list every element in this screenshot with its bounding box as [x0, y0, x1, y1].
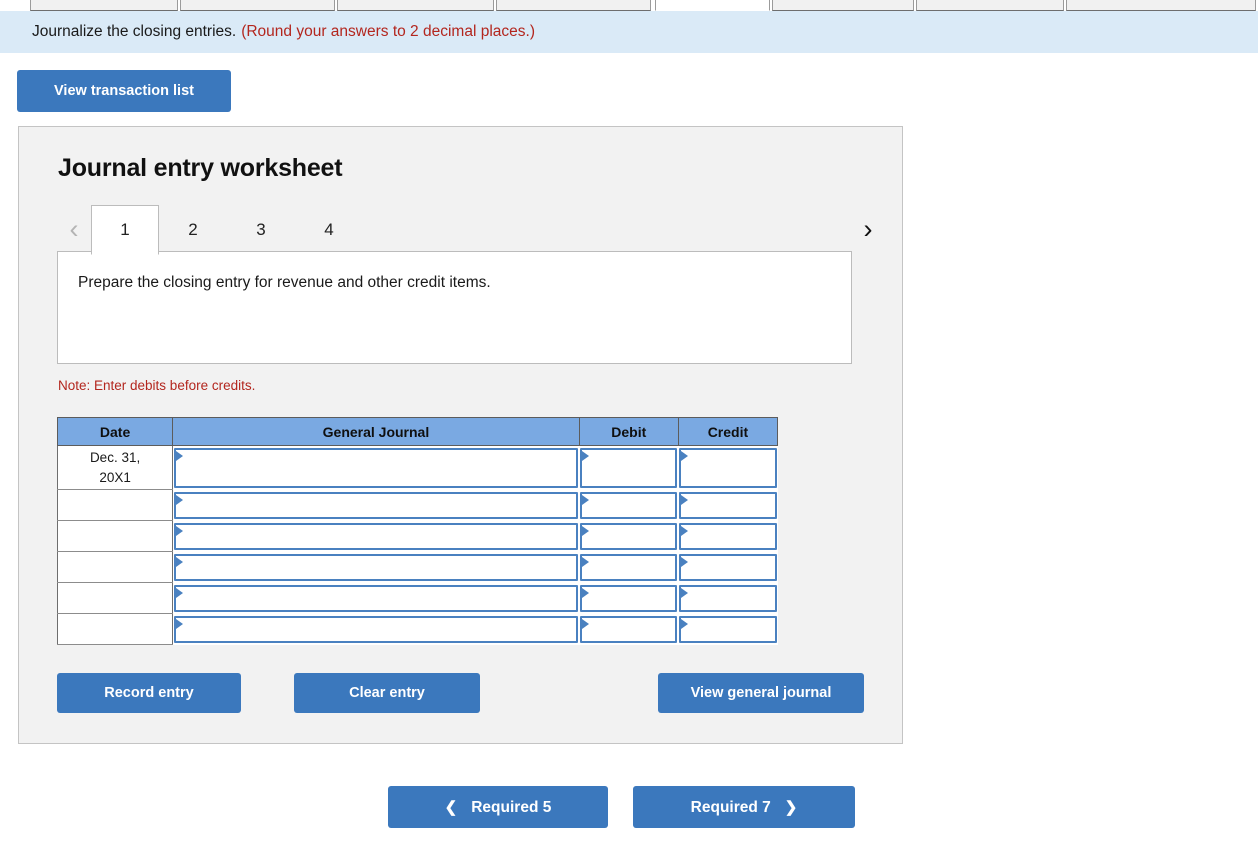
table-row: [58, 614, 778, 645]
cell-debit-input[interactable]: [580, 448, 677, 488]
cell-general-journal-input[interactable]: [174, 523, 578, 550]
worksheet-title: Journal entry worksheet: [58, 154, 342, 183]
view-transaction-list-button[interactable]: View transaction list: [17, 70, 231, 112]
browser-tab-2[interactable]: [180, 0, 335, 11]
cell-credit-input[interactable]: [679, 554, 776, 581]
column-header-credit: Credit: [678, 418, 777, 446]
worksheet-prompt-text: Prepare the closing entry for revenue an…: [78, 274, 491, 292]
worksheet-tab-1[interactable]: 1: [91, 205, 159, 255]
cell-debit-input[interactable]: [580, 585, 677, 612]
cell-debit-input[interactable]: [580, 523, 677, 550]
cell-credit: [678, 583, 777, 614]
instruction-banner: Journalize the closing entries. (Round y…: [0, 11, 1258, 53]
table-row: Dec. 31,20X1: [58, 446, 778, 490]
cell-general-journal: [173, 614, 580, 645]
rounding-note: (Round your answers to 2 decimal places.…: [241, 23, 535, 41]
cell-debit: [579, 583, 678, 614]
cell-general-journal: [173, 552, 580, 583]
view-general-journal-button[interactable]: View general journal: [658, 673, 864, 713]
browser-tab-strip: [0, 0, 1258, 11]
browser-tab-7[interactable]: [916, 0, 1064, 11]
chevron-left-icon[interactable]: ‹: [57, 206, 91, 252]
cell-debit: [579, 614, 678, 645]
cell-date: [58, 614, 173, 645]
browser-tab-8[interactable]: [1066, 0, 1256, 11]
cell-debit: [579, 446, 678, 490]
worksheet-tab-2[interactable]: 2: [159, 205, 227, 253]
cell-date: Dec. 31,20X1: [58, 446, 173, 490]
record-entry-button[interactable]: Record entry: [57, 673, 241, 713]
column-header-date: Date: [58, 418, 173, 446]
instruction-text: Journalize the closing entries.: [32, 23, 236, 41]
cell-debit: [579, 552, 678, 583]
browser-tab-1[interactable]: [30, 0, 178, 11]
required-prev-label: Required 5: [471, 799, 551, 816]
cell-date: [58, 583, 173, 614]
clear-entry-button[interactable]: Clear entry: [294, 673, 480, 713]
cell-credit-input[interactable]: [679, 492, 776, 519]
cell-credit: [678, 552, 777, 583]
worksheet-tab-3[interactable]: 3: [227, 205, 295, 253]
worksheet-tab-label: 2: [188, 220, 197, 240]
chevron-left-icon: ❮: [445, 799, 458, 816]
cell-date: [58, 552, 173, 583]
cell-general-journal: [173, 490, 580, 521]
required-prev-button[interactable]: ❮ Required 5: [388, 786, 608, 828]
worksheet-tab-label: 3: [256, 220, 265, 240]
date-line: 20X1: [58, 468, 172, 488]
worksheet-tab-4[interactable]: 4: [295, 205, 363, 253]
cell-debit-input[interactable]: [580, 492, 677, 519]
cell-debit-input[interactable]: [580, 616, 677, 643]
worksheet-tab-bar: ‹ 1 2 3 4 ›: [57, 205, 885, 253]
browser-tab-active[interactable]: [655, 0, 770, 11]
date-line: Dec. 31,: [58, 448, 172, 468]
cell-general-journal: [173, 446, 580, 490]
required-next-button[interactable]: Required 7 ❯: [633, 786, 855, 828]
cell-general-journal-input[interactable]: [174, 585, 578, 612]
chevron-right-icon: ❯: [785, 799, 798, 816]
table-row: [58, 552, 778, 583]
cell-credit-input[interactable]: [679, 523, 776, 550]
cell-credit-input[interactable]: [679, 448, 776, 488]
cell-debit: [579, 521, 678, 552]
table-row: [58, 521, 778, 552]
cell-general-journal: [173, 583, 580, 614]
cell-general-journal: [173, 521, 580, 552]
worksheet-tab-label: 1: [120, 220, 129, 240]
cell-credit: [678, 490, 777, 521]
cell-date: [58, 490, 173, 521]
chevron-right-icon[interactable]: ›: [851, 206, 885, 252]
tab-gap: [0, 0, 30, 11]
table-row: [58, 583, 778, 614]
cell-general-journal-input[interactable]: [174, 448, 578, 488]
required-next-label: Required 7: [691, 799, 771, 816]
cell-general-journal-input[interactable]: [174, 616, 578, 643]
browser-tab-6[interactable]: [772, 0, 914, 11]
column-header-general-journal: General Journal: [173, 418, 580, 446]
worksheet-tab-label: 4: [324, 220, 333, 240]
cell-debit-input[interactable]: [580, 554, 677, 581]
journal-entry-table: Date General Journal Debit Credit Dec. 3…: [57, 417, 778, 645]
worksheet-prompt-box: Prepare the closing entry for revenue an…: [57, 251, 852, 364]
browser-tab-4[interactable]: [496, 0, 651, 11]
browser-tab-3[interactable]: [337, 0, 494, 11]
cell-credit-input[interactable]: [679, 616, 776, 643]
table-row: [58, 490, 778, 521]
cell-general-journal-input[interactable]: [174, 554, 578, 581]
journal-entry-worksheet-panel: Journal entry worksheet ‹ 1 2 3 4 › Prepare…: [18, 126, 903, 744]
table-header-row: Date General Journal Debit Credit: [58, 418, 778, 446]
cell-credit-input[interactable]: [679, 585, 776, 612]
cell-debit: [579, 490, 678, 521]
cell-credit: [678, 521, 777, 552]
cell-credit: [678, 446, 777, 490]
cell-general-journal-input[interactable]: [174, 492, 578, 519]
cell-credit: [678, 614, 777, 645]
debits-before-credits-note: Note: Enter debits before credits.: [58, 378, 255, 393]
cell-date: [58, 521, 173, 552]
column-header-debit: Debit: [579, 418, 678, 446]
